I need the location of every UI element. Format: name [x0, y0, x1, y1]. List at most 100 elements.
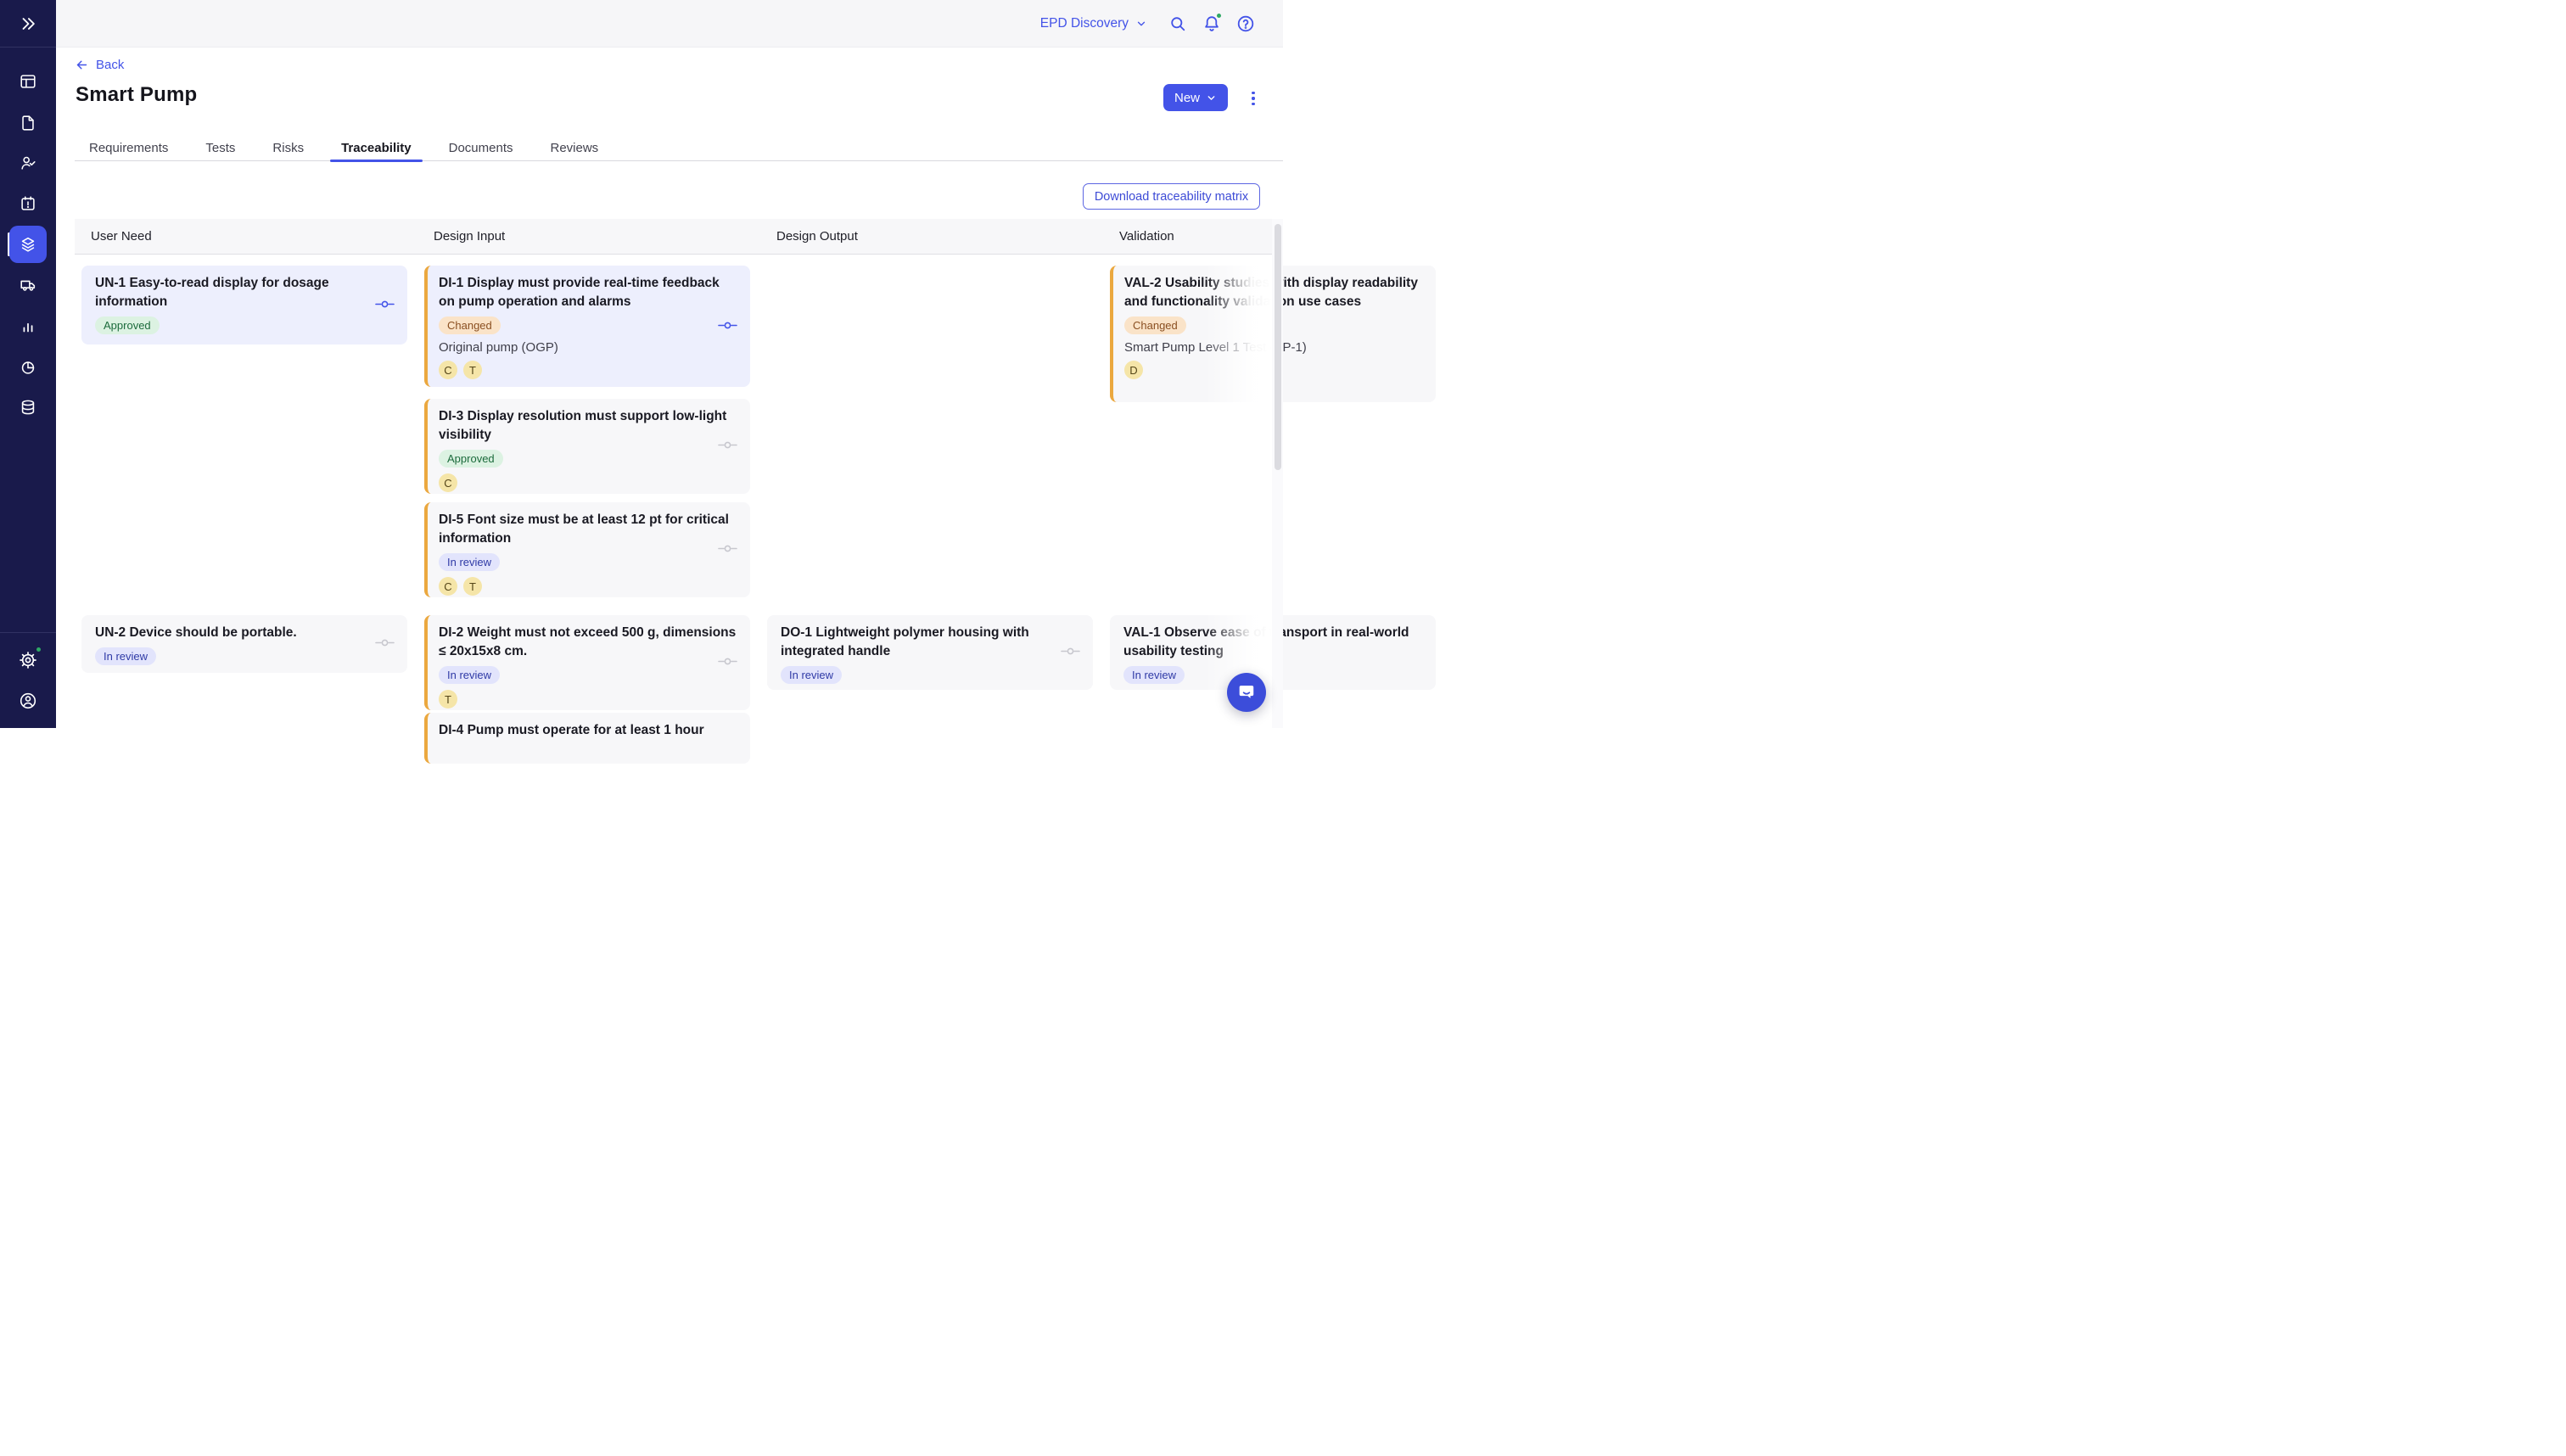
chevron-down-icon [1135, 18, 1147, 30]
letter-chip-t[interactable]: T [463, 361, 482, 379]
arrow-left-icon [75, 58, 89, 72]
column-header-design-output: Design Output [776, 229, 858, 244]
trace-connector-icon[interactable] [718, 439, 737, 454]
document-icon [19, 114, 37, 132]
tab-risks[interactable]: Risks [261, 134, 315, 161]
sidebar-item-pie-chart[interactable] [0, 349, 56, 386]
sidebar-item-calendar-alert[interactable] [0, 185, 56, 222]
chevron-down-icon [1206, 92, 1217, 104]
pie-chart-icon [19, 358, 37, 377]
account-avatar-icon [18, 691, 38, 711]
column-header-user-need: User Need [91, 229, 152, 244]
status-badge: Changed [439, 316, 501, 334]
topbar: EPD Discovery [56, 0, 1283, 48]
trace-card-di4[interactable]: DI-4 Pump must operate for at least 1 ho… [424, 713, 750, 764]
column-header-design-input: Design Input [434, 229, 505, 244]
panels-icon [19, 72, 37, 91]
letter-chip-t[interactable]: T [463, 577, 482, 596]
expand-sidebar-button[interactable] [0, 0, 56, 48]
status-badge: In review [439, 553, 500, 571]
status-badge: In review [439, 666, 500, 684]
sidebar-item-traceability[interactable] [0, 226, 56, 263]
card-title: UN-1 Easy-to-read display for dosage inf… [95, 274, 394, 311]
truck-icon [19, 276, 37, 294]
more-options-button[interactable] [1242, 87, 1264, 109]
download-traceability-matrix-button[interactable]: Download traceability matrix [1083, 183, 1260, 210]
sidebar-item-database[interactable] [0, 389, 56, 426]
letter-chip-c[interactable]: C [439, 361, 457, 379]
trace-connector-icon[interactable] [1061, 645, 1080, 660]
card-title: DI-2 Weight must not exceed 500 g, dimen… [439, 624, 737, 661]
settings-notification-dot [35, 646, 42, 653]
back-link[interactable]: Back [75, 58, 124, 72]
status-badge: Approved [95, 316, 160, 334]
sidebar [0, 0, 56, 728]
letter-chip-c[interactable]: C [439, 577, 457, 596]
workspace-label: EPD Discovery [1040, 16, 1129, 31]
notifications-button[interactable] [1202, 14, 1222, 34]
card-title: DI-3 Display resolution must support low… [439, 407, 737, 445]
status-badge: In review [95, 647, 156, 665]
chat-launcher-button[interactable] [1227, 673, 1266, 712]
page-title: Smart Pump [76, 83, 197, 107]
search-button[interactable] [1168, 14, 1188, 34]
sidebar-item-panels[interactable] [0, 63, 56, 100]
trace-connector-icon[interactable] [718, 542, 737, 557]
letter-chip-d[interactable]: D [1124, 361, 1143, 379]
card-title: DO-1 Lightweight polymer housing with in… [781, 624, 1079, 661]
tab-traceability[interactable]: Traceability [330, 134, 423, 161]
tab-reviews[interactable]: Reviews [540, 134, 610, 161]
new-button-label: New [1174, 91, 1200, 105]
trace-connector-icon[interactable] [718, 319, 737, 334]
card-title: DI-5 Font size must be at least 12 pt fo… [439, 511, 737, 548]
trace-card-di3[interactable]: DI-3 Display resolution must support low… [424, 399, 750, 494]
database-icon [19, 398, 37, 417]
trace-card-un1[interactable]: UN-1 Easy-to-read display for dosage inf… [81, 266, 407, 344]
help-button[interactable] [1235, 14, 1256, 34]
sidebar-divider [0, 632, 56, 633]
notification-dot [1215, 12, 1223, 20]
sidebar-item-bar-chart[interactable] [0, 308, 56, 345]
sidebar-item-settings[interactable] [0, 641, 56, 679]
trace-card-un2[interactable]: UN-2 Device should be portable. In review [81, 615, 407, 673]
card-title: UN-2 Device should be portable. [95, 624, 394, 642]
letter-chip-c[interactable]: C [439, 473, 457, 492]
trace-connector-icon[interactable] [718, 655, 737, 670]
column-header-validation: Validation [1119, 229, 1174, 244]
card-title: DI-4 Pump must operate for at least 1 ho… [439, 721, 737, 740]
active-tile [9, 226, 47, 263]
trace-card-di5[interactable]: DI-5 Font size must be at least 12 pt fo… [424, 502, 750, 597]
scrollbar-thumb[interactable] [1275, 224, 1281, 470]
tab-bar: Requirements Tests Risks Traceability Docume… [78, 134, 609, 161]
trace-card-di1[interactable]: DI-1 Display must provide real-time feed… [424, 266, 750, 387]
letter-chip-t[interactable]: T [439, 690, 457, 708]
matrix-header-row [75, 219, 1283, 255]
tab-requirements[interactable]: Requirements [78, 134, 179, 161]
letter-chips: CT [439, 577, 737, 596]
status-badge: Approved [439, 450, 503, 468]
layers-icon [19, 235, 37, 254]
sidebar-item-user-check[interactable] [0, 144, 56, 182]
search-icon [1168, 14, 1188, 34]
back-label: Back [96, 58, 124, 72]
trace-connector-icon[interactable] [375, 298, 395, 313]
status-badge: In review [781, 666, 842, 684]
trace-connector-icon[interactable] [375, 636, 395, 652]
trace-card-di2[interactable]: DI-2 Weight must not exceed 500 g, dimen… [424, 615, 750, 710]
new-button[interactable]: New [1163, 84, 1228, 111]
chat-bubble-icon [1236, 682, 1257, 703]
help-icon [1235, 14, 1256, 34]
calendar-alert-icon [19, 194, 37, 213]
vertical-scrollbar[interactable] [1272, 219, 1283, 728]
workspace-switcher[interactable]: EPD Discovery [1040, 0, 1147, 48]
tab-documents[interactable]: Documents [438, 134, 524, 161]
card-secondary-text: Original pump (OGP) [439, 340, 737, 355]
trace-card-do1[interactable]: DO-1 Lightweight polymer housing with in… [767, 615, 1093, 690]
sidebar-item-account[interactable] [0, 682, 56, 720]
sidebar-item-shipping[interactable] [0, 266, 56, 304]
letter-chips: CT [439, 361, 737, 379]
card-title: DI-1 Display must provide real-time feed… [439, 274, 737, 311]
sidebar-item-documents[interactable] [0, 104, 56, 142]
tab-tests[interactable]: Tests [194, 134, 246, 161]
user-check-icon [19, 154, 37, 172]
